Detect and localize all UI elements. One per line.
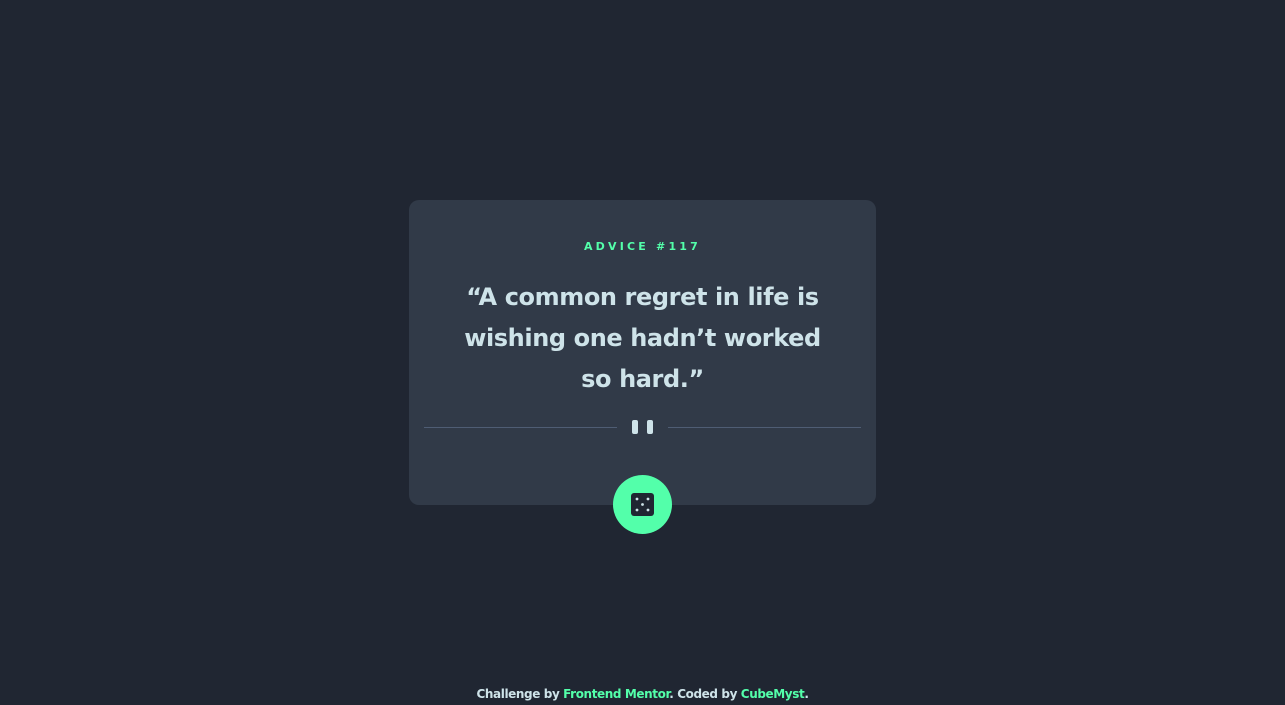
footer-prefix: Challenge by [476,687,564,701]
frontend-mentor-link[interactable]: Frontend Mentor [563,687,670,701]
advice-number: ADVICE #117 [583,240,702,253]
pause-bar-left [632,420,638,434]
advice-card: ADVICE #117 “A common regret in life is … [409,200,876,505]
advice-quote: “A common regret in life is wishing one … [464,283,821,393]
dice-icon [631,493,654,516]
attribution-footer: Challenge by Frontend Mentor. Coded by C… [0,687,1285,701]
divider-line-right [668,427,861,428]
new-advice-button[interactable] [613,475,672,534]
footer-middle: . Coded by [669,687,741,701]
divider [424,418,861,434]
pause-icon [632,420,653,434]
author-link[interactable]: CubeMyst [741,687,805,701]
pause-bar-right [647,420,653,434]
divider-line-left [424,427,617,428]
footer-suffix: . [804,687,809,701]
